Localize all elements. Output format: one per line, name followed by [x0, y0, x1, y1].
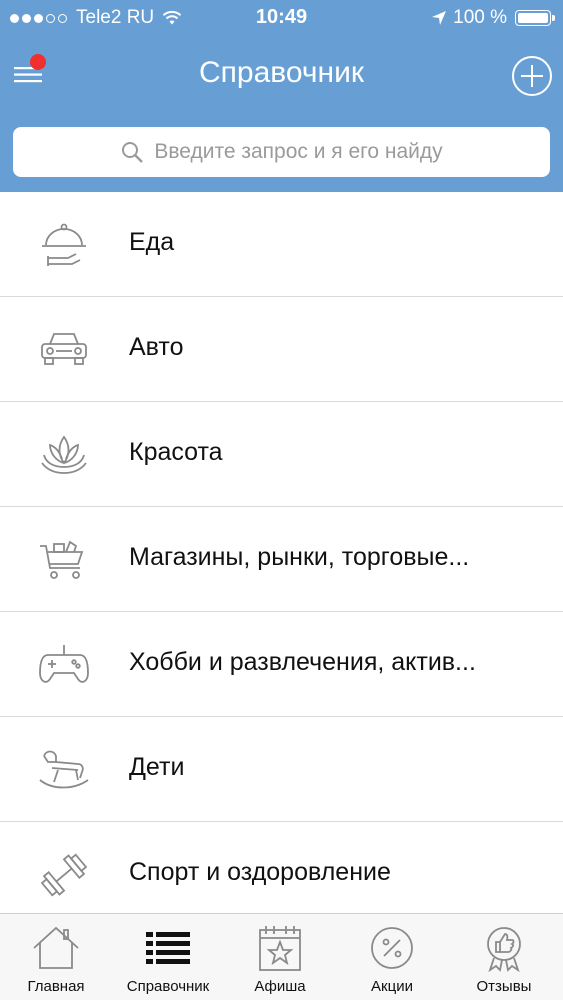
location-arrow-icon [432, 11, 447, 25]
shopping-cart-icon [40, 540, 84, 579]
page-title: Справочник [199, 56, 364, 89]
category-item-beauty[interactable]: Красота [0, 402, 563, 507]
category-item-sport[interactable]: Спорт и оздоровление [0, 822, 563, 927]
category-item-auto[interactable]: Авто [0, 297, 563, 402]
search-icon [122, 142, 144, 163]
tab-events[interactable]: Афиша [224, 914, 336, 1000]
tab-label: Главная [27, 978, 85, 995]
status-bar: Tele2 RU 10:49 100 % [0, 0, 563, 38]
search-placeholder: Введите запрос и я его найду [154, 140, 443, 163]
thumbs-up-badge-icon [487, 927, 521, 972]
category-label: Магазины, рынки, торговые... [129, 543, 470, 571]
battery-percent: 100 % [453, 7, 507, 28]
tab-reviews[interactable]: Отзывы [448, 914, 560, 1000]
tab-label: Акции [371, 978, 413, 995]
tab-label: Афиша [254, 978, 306, 995]
category-label: Еда [129, 228, 175, 256]
category-list: Еда Авто Красота Магазины, рынки, торгов… [0, 192, 563, 927]
category-label: Авто [129, 333, 184, 361]
search-input[interactable]: Введите запрос и я его найду [13, 127, 550, 177]
header: Tele2 RU 10:49 100 % Справочник Введите … [0, 0, 563, 192]
dumbbell-icon [40, 853, 88, 897]
screen: Tele2 RU 10:49 100 % Справочник Введите … [0, 0, 563, 1000]
list-icon [146, 932, 190, 964]
category-item-shops[interactable]: Магазины, рынки, торговые... [0, 507, 563, 612]
plus-circle-icon [512, 56, 552, 96]
category-item-food[interactable]: Еда [0, 192, 563, 297]
tab-home[interactable]: Главная [0, 914, 112, 1000]
status-right: 100 % [431, 7, 555, 29]
category-label: Дети [129, 753, 185, 781]
nav-bar: Справочник [0, 40, 563, 110]
tab-directory[interactable]: Справочник [112, 914, 224, 1000]
category-label: Хобби и развлечения, актив... [129, 648, 476, 676]
tab-label: Отзывы [476, 978, 532, 995]
car-icon [41, 333, 87, 365]
tab-label: Справочник [126, 978, 210, 995]
food-cloche-icon [42, 223, 86, 266]
percent-badge-icon [371, 927, 413, 969]
rocking-horse-icon [39, 750, 89, 789]
add-button[interactable] [511, 55, 553, 97]
calendar-star-icon [259, 926, 301, 971]
tab-bar: Главная Справочник Афиша Акции Отзывы [0, 913, 563, 1000]
category-label: Спорт и оздоровление [129, 858, 391, 886]
category-item-kids[interactable]: Дети [0, 717, 563, 822]
battery-icon [515, 10, 555, 26]
lotus-icon [41, 435, 87, 474]
category-label: Красота [129, 438, 223, 466]
gamepad-icon [39, 645, 89, 683]
category-item-hobby[interactable]: Хобби и развлечения, актив... [0, 612, 563, 717]
home-icon [33, 926, 79, 969]
tab-promotions[interactable]: Акции [336, 914, 448, 1000]
